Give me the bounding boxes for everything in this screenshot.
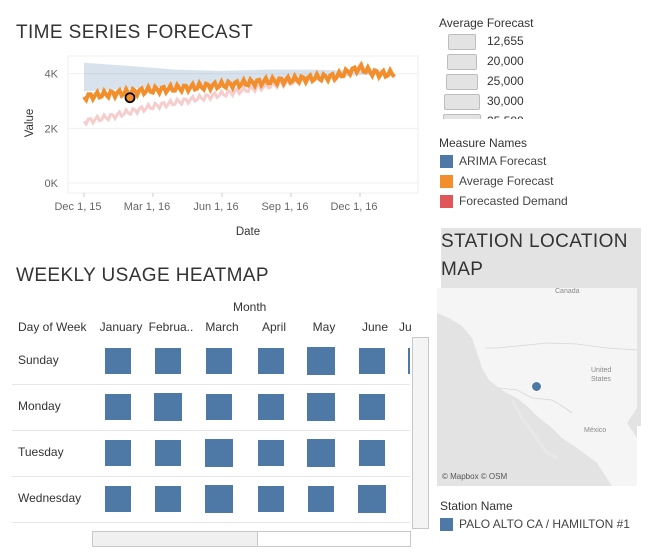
heatmap-cell[interactable] (155, 486, 181, 512)
size-legend-label: 30,000 (487, 94, 524, 108)
measure-legend-title: Measure Names (439, 136, 528, 150)
map-label-mexico: México (584, 427, 607, 434)
heatmap-cell[interactable] (306, 438, 336, 468)
measure-legend-swatch (440, 155, 453, 168)
size-legend-swatch (448, 34, 476, 50)
heatmap-row-label: Tuesday (18, 445, 64, 459)
heatmap-cell[interactable] (155, 440, 181, 466)
heatmap-cell[interactable] (206, 348, 232, 374)
x-tick-label: Dec 1, 16 (330, 201, 377, 213)
station-legend-label: PALO ALTO CA / HAMILTON #1 (459, 517, 630, 531)
size-legend-title: Average Forecast (439, 16, 534, 30)
heatmap-horizontal-scroll-thumb[interactable] (93, 532, 258, 546)
measure-legend-label: Average Forecast (459, 174, 554, 188)
heatmap-horizontal-scrollbar[interactable] (92, 531, 411, 547)
x-tick-label: Jun 1, 16 (193, 201, 238, 213)
heatmap-title: WEEKLY USAGE HEATMAP (16, 265, 269, 286)
heatmap-cell[interactable] (155, 348, 181, 374)
heatmap-row-divider (12, 522, 410, 523)
forecast-line-chart[interactable]: 0K 2K 4K Value Dec 1, 15 Mar 1, 16 Jun 1, 16 Se… (0, 48, 430, 248)
heatmap-cell[interactable] (357, 484, 387, 514)
forecast-title: TIME SERIES FORECAST (16, 22, 254, 43)
measure-legend-swatch (440, 195, 453, 208)
heatmap-month-header: Month (233, 300, 267, 314)
map-attribution: © Mapbox © OSM (442, 472, 508, 481)
station-map[interactable]: Canada United States México © Mapbox © O… (437, 288, 637, 486)
heatmap-cell[interactable] (258, 440, 284, 466)
heatmap-cell[interactable] (204, 484, 234, 514)
x-tick-label: Mar 1, 16 (124, 201, 170, 213)
heatmap-cell[interactable] (359, 440, 385, 466)
heatmap-cell[interactable] (105, 486, 131, 512)
heatmap-cell[interactable] (308, 486, 334, 512)
heatmap-cell[interactable] (359, 394, 385, 420)
size-legend-swatch (444, 94, 480, 110)
size-legend-label: 20,000 (487, 54, 524, 68)
heatmap-cell[interactable] (306, 346, 336, 376)
measure-legend-label: Forecasted Demand (459, 194, 568, 208)
measure-legend-label: ARIMA Forecast (459, 154, 547, 168)
heatmap-cell[interactable] (105, 394, 131, 420)
heatmap-row-label: Sunday (18, 353, 59, 367)
size-legend-label: 35,588 (487, 114, 524, 119)
heatmap-row-label: Monday (18, 399, 61, 413)
heatmap-cell[interactable] (258, 394, 284, 420)
size-legend-label: 12,655 (487, 34, 524, 48)
x-tick-label: Dec 1, 15 (54, 201, 101, 213)
size-legend-swatch (447, 54, 477, 70)
y-tick-label: 2K (45, 123, 59, 135)
heatmap-cell[interactable] (105, 440, 131, 466)
size-legend-label: 25,000 (487, 74, 524, 88)
station-legend-title: Station Name (440, 499, 513, 513)
size-legend: 12,655 20,000 25,000 30,000 35,588 (440, 33, 560, 119)
measure-legend-swatch (440, 175, 453, 188)
heatmap-cell[interactable] (408, 348, 410, 374)
size-legend-swatch (445, 74, 479, 90)
x-tick-label: Sep 1, 16 (261, 201, 308, 213)
x-axis-title: Date (236, 226, 260, 238)
heatmap-row-divider (12, 430, 410, 431)
size-legend-swatch (443, 114, 481, 119)
heatmap-row-divider (12, 476, 410, 477)
heatmap-cell[interactable] (306, 392, 336, 422)
map-label-united-states: United States (591, 367, 612, 383)
heatmap-cell[interactable] (105, 348, 131, 374)
y-tick-label: 4K (45, 69, 59, 81)
y-axis-title: Value (24, 109, 36, 138)
highlighted-point[interactable] (124, 92, 136, 104)
heatmap-cell[interactable] (359, 348, 385, 374)
heatmap-grid[interactable]: SundayMondayTuesdayWednesdayThursday (12, 318, 410, 528)
station-marker[interactable] (531, 381, 542, 392)
y-tick-label: 0K (45, 178, 59, 190)
heatmap-row-label: Wednesday (18, 491, 82, 505)
heatmap-row-divider (12, 384, 410, 385)
heatmap-cell[interactable] (258, 348, 284, 374)
station-legend-swatch (440, 518, 453, 531)
heatmap-cell[interactable] (206, 394, 232, 420)
map-label-canada: Canada (555, 288, 580, 295)
heatmap-cell[interactable] (204, 438, 234, 468)
heatmap-cell[interactable] (258, 486, 284, 512)
heatmap-vertical-scrollbar[interactable] (412, 337, 429, 529)
heatmap-cell[interactable] (153, 392, 183, 422)
